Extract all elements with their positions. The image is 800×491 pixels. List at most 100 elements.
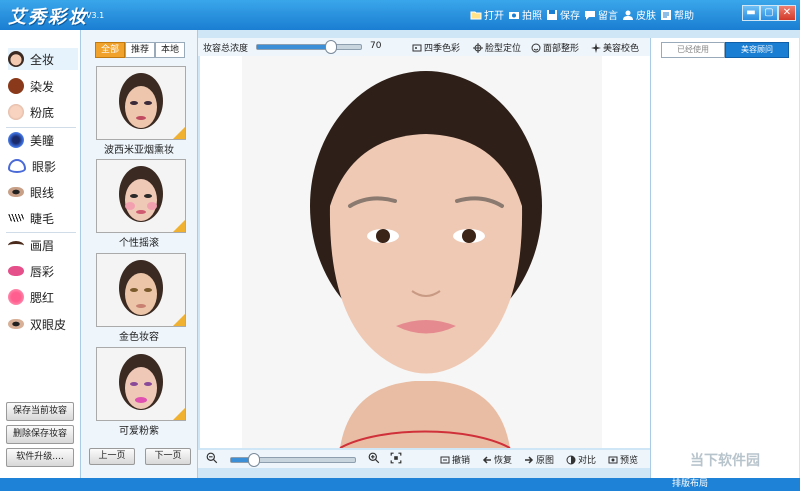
category-double-eyelid[interactable]: 双眼皮: [8, 313, 78, 335]
skin-icon: [623, 10, 633, 20]
model-face-thumbnail: [119, 166, 163, 222]
title-bar: 艾秀彩妆 V3.1 打开 拍照 保存 留言 皮肤 帮助 ▬ ▢ ✕: [0, 0, 800, 30]
watermark: 当下软件园: [690, 453, 760, 469]
compare-icon: [566, 455, 576, 464]
hair-icon: [8, 78, 24, 94]
zoom-slider[interactable]: [230, 453, 356, 467]
app-version: V3.1: [86, 11, 105, 20]
four-season-colors-button[interactable]: 四季色彩: [412, 41, 460, 54]
delete-saved-makeup-button[interactable]: 删除保存妆容: [6, 425, 74, 444]
category-colored-contacts[interactable]: 美瞳: [8, 129, 78, 151]
maximize-button[interactable]: ▢: [760, 5, 778, 21]
message-icon: [585, 10, 595, 20]
face-locate-button[interactable]: 脸型定位: [473, 41, 521, 54]
category-eyebrow[interactable]: 画眉: [8, 234, 78, 256]
category-lip-gloss[interactable]: 唇彩: [8, 260, 78, 282]
undo-button[interactable]: 撤销: [440, 453, 470, 466]
intensity-value: 70: [370, 41, 382, 51]
filter-recommended-tab[interactable]: 推荐: [125, 42, 155, 58]
undo-icon: [440, 456, 450, 463]
zoom-in-button[interactable]: [368, 452, 380, 464]
minimize-button[interactable]: ▬: [742, 5, 760, 21]
intensity-slider[interactable]: [256, 40, 362, 54]
badge-corner: [173, 314, 185, 326]
style-caption: 波西米亚烟熏妆: [104, 145, 174, 156]
divider: [6, 232, 76, 233]
category-foundation[interactable]: 粉底: [8, 101, 78, 123]
skin-button[interactable]: 皮肤: [622, 7, 656, 22]
category-hair-dye[interactable]: 染发: [8, 75, 78, 97]
fit-window-icon: [390, 452, 402, 464]
color-adjust-icon: [591, 42, 601, 53]
lips-icon: [8, 266, 24, 276]
tab-beauty-consultant[interactable]: 美容顾问: [725, 42, 789, 58]
open-button[interactable]: 打开: [470, 7, 504, 22]
camera-button[interactable]: 拍照: [508, 7, 542, 22]
original-icon: [525, 455, 534, 464]
badge-corner: [173, 408, 185, 420]
preview-button[interactable]: 预览: [608, 453, 638, 466]
locate-icon: [473, 42, 483, 53]
redo-button[interactable]: 恢复: [482, 453, 512, 466]
category-sidebar: 全妆 染发 粉底 美瞳 眼影 眼线 睫毛 画眉 唇彩 腮红 双眼皮 保存当前妆容…: [0, 30, 81, 478]
preview-icon: [608, 456, 618, 463]
camera-icon: [509, 11, 519, 19]
save-icon: [547, 9, 557, 20]
eyebrow-icon: [8, 240, 24, 250]
portrait-photo: [242, 56, 602, 449]
filter-all-tab[interactable]: 全部: [95, 42, 125, 58]
status-bar: 排版布局: [0, 478, 800, 491]
top-toolbar: 妆容总浓度 70 四季色彩 脸型定位 面部整形 美容校色: [198, 38, 650, 56]
zoom-out-button[interactable]: [206, 452, 218, 464]
model-face-thumbnail: [119, 73, 163, 129]
intensity-slider-knob[interactable]: [325, 40, 338, 54]
save-button[interactable]: 保存: [546, 7, 580, 22]
right-panel: 已经使用 美容顾问: [650, 38, 799, 478]
original-image-button[interactable]: 原图: [524, 453, 554, 466]
beauty-color-adjust-button[interactable]: 美容校色: [591, 41, 639, 54]
face-reshape-button[interactable]: 面部整形: [531, 41, 579, 54]
help-button[interactable]: 帮助: [660, 7, 694, 22]
software-upgrade-button[interactable]: 软件升级....: [6, 448, 74, 467]
intensity-slider-fill: [257, 45, 332, 49]
redo-icon: [482, 455, 491, 464]
folder-icon: [470, 11, 482, 19]
style-thumbnail[interactable]: [96, 66, 186, 140]
category-eyeshadow[interactable]: 眼影: [8, 155, 78, 177]
category-eyeliner[interactable]: 眼线: [8, 181, 78, 203]
zoom-in-icon: [368, 452, 380, 464]
style-thumbnail[interactable]: [96, 253, 186, 327]
smile-icon: [531, 43, 541, 52]
palette-icon: [412, 44, 422, 51]
fit-to-window-button[interactable]: [390, 452, 402, 464]
double-eyelid-icon: [8, 319, 24, 329]
eye-pupil-icon: [8, 132, 24, 148]
compare-button[interactable]: 对比: [566, 453, 596, 466]
save-current-makeup-button[interactable]: 保存当前妆容: [6, 402, 74, 421]
filter-local-tab[interactable]: 本地: [155, 42, 185, 58]
divider: [6, 127, 76, 128]
style-panel: 全部 推荐 本地 波西米亚烟熏妆 个性摇滚 金色妆容 可爱粉紫 上一页 下一页: [81, 30, 198, 478]
category-blush[interactable]: 腮红: [8, 286, 78, 308]
tab-used-items[interactable]: 已经使用: [661, 42, 725, 58]
model-face-thumbnail: [119, 354, 163, 410]
category-full-makeup[interactable]: 全妆: [8, 48, 78, 70]
previous-page-button[interactable]: 上一页: [89, 448, 135, 465]
eyeliner-icon: [8, 187, 24, 197]
blush-icon: [8, 289, 24, 305]
message-button[interactable]: 留言: [584, 7, 618, 22]
layout-label[interactable]: 排版布局: [672, 478, 708, 491]
style-caption: 个性摇滚: [119, 238, 159, 249]
close-button[interactable]: ✕: [778, 5, 796, 21]
zoom-slider-knob[interactable]: [247, 453, 260, 467]
style-thumbnail[interactable]: [96, 347, 186, 421]
eyeshadow-icon: [8, 159, 26, 173]
next-page-button[interactable]: 下一页: [145, 448, 191, 465]
style-thumbnail[interactable]: [96, 159, 186, 233]
eyelash-icon: [8, 214, 24, 222]
photo-canvas[interactable]: [200, 56, 650, 449]
badge-corner: [173, 220, 185, 232]
face-icon: [8, 51, 24, 67]
style-caption: 金色妆容: [119, 332, 159, 343]
category-eyelash[interactable]: 睫毛: [8, 207, 78, 229]
